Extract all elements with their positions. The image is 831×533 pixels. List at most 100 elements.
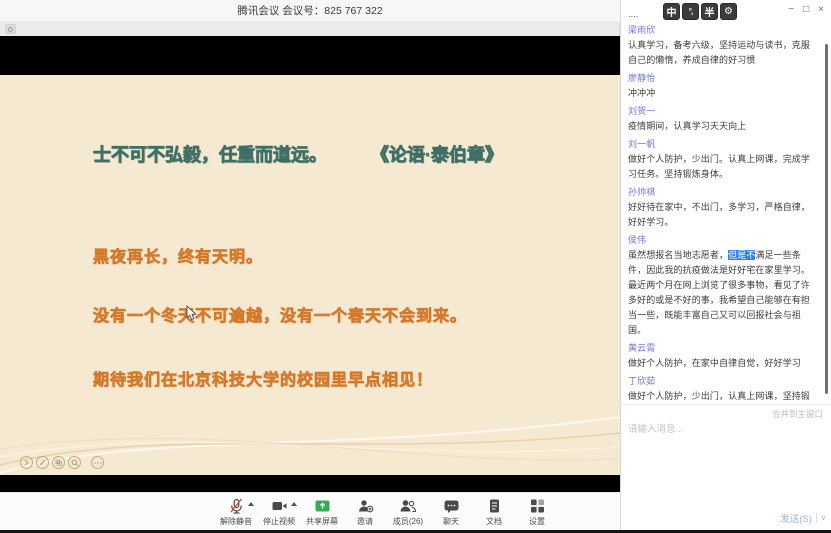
chat-sender-name: 刘一帆	[628, 137, 819, 152]
minimize-icon[interactable]: −	[788, 4, 794, 16]
send-options-chevron-icon[interactable]: ∨	[821, 514, 826, 522]
invite-icon-row	[357, 497, 374, 514]
meeting-title-bar: 腾讯会议 会议号：825 767 322	[0, 0, 620, 22]
chat-label: 聊天	[443, 516, 459, 527]
presenter-zoom-button[interactable]	[68, 456, 81, 469]
send-separator	[816, 513, 817, 523]
arrow-right-icon	[23, 459, 30, 466]
settings-label: 设置	[529, 516, 545, 527]
chat-icon-row	[443, 497, 460, 514]
magnifier-icon	[71, 459, 79, 467]
presenter-controls	[20, 456, 104, 469]
settings-icon-row	[529, 497, 546, 514]
invite-person-plus-icon	[357, 498, 374, 514]
toolbar-invite-button[interactable]: 邀请	[347, 497, 383, 527]
chat-sender-name: 丁欣茹	[628, 374, 819, 389]
chat-sender-name: 黄云霄	[628, 341, 819, 356]
chat-bubble-icon	[443, 498, 460, 514]
share-screen-label: 共享屏幕	[306, 516, 338, 527]
invite-label: 邀请	[357, 516, 373, 527]
send-button[interactable]: 发送(S)	[780, 511, 812, 525]
close-icon[interactable]: ×	[818, 4, 824, 16]
members-label: 成员(26)	[393, 516, 423, 527]
presenter-pen-button[interactable]	[36, 456, 49, 469]
slide-quote-source: 《论语·泰伯章》	[371, 141, 503, 167]
toolbar-share-screen-button[interactable]: 共享屏幕	[304, 497, 340, 527]
members-icon	[399, 498, 417, 514]
slide-message-line-3: 期待我们在北京科技大学的校园里早点相见！	[93, 366, 433, 390]
microphone-muted-icon	[228, 498, 245, 514]
screen-share-stage: 士不可不弘毅，任重而道远。 《论语·泰伯章》 黑夜再长，终有天明。 没有一个冬天…	[0, 36, 620, 492]
unmute-icon-row	[228, 497, 245, 514]
meeting-main-window: 腾讯会议 会议号：825 767 322 士不可不弘毅，任重而道远。 《论语·泰…	[0, 0, 620, 530]
tencent-meeting-screen: 腾讯会议 会议号：825 767 322 士不可不弘毅，任重而道远。 《论语·泰…	[0, 0, 831, 533]
chat-message-text: 最近两个月在网上浏览了很多事物，看见了许多好的或是不好的事，我希望自己能够在有担…	[628, 278, 819, 338]
chat-scrollbar[interactable]	[825, 44, 828, 394]
document-icon	[486, 498, 503, 514]
slide-quote-text: 士不可不弘毅，任重而道远。	[93, 141, 327, 167]
chat-message-text: 做好个人防护，在家中自律自觉，好好学习	[628, 356, 819, 371]
chat-window: −□ × .... 梁雨欣认真学习，备考六级，坚持运动与读书，克服自己的懒惰，养成…	[620, 0, 831, 530]
unmute-options-arrow-icon[interactable]	[248, 502, 254, 506]
ime-chinese-mode-button[interactable]: 中	[663, 3, 680, 20]
chat-sender-name: 廖静怡	[628, 71, 819, 86]
chat-input-section: 合并到主窗口 发送(S) ∨	[621, 404, 831, 530]
share-screen-icon	[314, 498, 331, 514]
toolbar-chat-button[interactable]: 聊天	[433, 497, 469, 527]
slide-message-line-2: 没有一个冬天不可逾越，没有一个春天不会到来。	[93, 302, 467, 326]
toolbar-settings-button[interactable]: 设置	[519, 497, 555, 527]
presenter-more-button[interactable]	[91, 456, 104, 469]
slides-overview-icon	[55, 459, 62, 466]
chat-sender-name: 梁雨欣	[628, 23, 819, 38]
presenter-next-button[interactable]	[20, 456, 33, 469]
share-screen-icon-row	[314, 497, 331, 514]
ime-punctuation-button[interactable]: °,	[682, 3, 699, 20]
chat-message-text: 虽然想报名当地志愿者，但是不满足一些条件，因此我的抗疫做法是好好宅在家里学习。	[628, 248, 819, 278]
chat-message-text: 认真学习，备考六级，坚持运动与读书，克服自己的懒惰，养成自律的好习惯	[628, 38, 819, 68]
toolbar-items: 解除静音 停止视频 共享屏幕 邀请 成员(26) 聊天 文档 设置	[218, 493, 620, 527]
chat-message-text: 冲冲冲	[628, 86, 819, 101]
presenter-slides-button[interactable]	[52, 456, 65, 469]
toolbar-members-button[interactable]: 成员(26)	[390, 497, 426, 527]
chat-sender-name: 侯伟	[628, 233, 819, 248]
toolbar-docs-button[interactable]: 文档	[476, 497, 512, 527]
chat-message-input[interactable]	[628, 421, 823, 493]
slide-quote-line: 士不可不弘毅，任重而道远。 《论语·泰伯章》	[93, 141, 503, 167]
maximize-icon[interactable]: □	[803, 4, 809, 16]
chat-message-list[interactable]: .... 梁雨欣认真学习，备考六级，坚持运动与读书，克服自己的懒惰，养成自律的好…	[628, 8, 819, 400]
ime-halfwidth-button[interactable]: 半	[701, 3, 718, 20]
pen-icon	[39, 459, 46, 466]
selected-text-highlight: 但是不	[728, 250, 755, 260]
ime-panel: 中°,半⚙	[663, 3, 737, 20]
meeting-title: 腾讯会议 会议号：825 767 322	[237, 3, 382, 18]
stop-video-label: 停止视频	[263, 516, 295, 527]
settings-grid-icon	[529, 498, 546, 514]
slide-message-line-1: 黑夜再长，终有天明。	[93, 243, 263, 267]
chat-message-text: 好好待在家中，不出门，多学习，严格自律，好好学习。	[628, 200, 819, 230]
members-icon-row	[399, 497, 417, 514]
chat-sender-name: 孙帅祺	[628, 185, 819, 200]
chat-sender-name: 刘贺一	[628, 104, 819, 119]
stop-video-icon-row	[271, 497, 288, 514]
shared-app-menu-icon	[8, 27, 13, 32]
toolbar-stop-video-button[interactable]: 停止视频	[261, 497, 297, 527]
stop-video-options-arrow-icon[interactable]	[291, 502, 297, 506]
shared-app-menu-button[interactable]	[5, 24, 16, 34]
presentation-slide: 士不可不弘毅，任重而道远。 《论语·泰伯章》 黑夜再长，终有天明。 没有一个冬天…	[0, 75, 620, 475]
docs-label: 文档	[486, 516, 502, 527]
ime-settings-gear-button[interactable]: ⚙	[720, 3, 737, 20]
meeting-toolbar: 解除静音 停止视频 共享屏幕 邀请 成员(26) 聊天 文档 设置	[0, 492, 620, 530]
chat-message-text: 疫情期间，认真学习天天向上	[628, 119, 819, 134]
chat-message-text: 做好个人防护，少出门。认真上网课，完成学习任务。坚持锻炼身体。	[628, 152, 819, 182]
chat-window-controls: −□ ×	[788, 4, 824, 16]
toolbar-unmute-button[interactable]: 解除静音	[218, 497, 254, 527]
ellipsis-icon	[94, 461, 102, 465]
shared-app-strip	[0, 22, 620, 36]
chat-message-text: 做好个人防护，少出门，认真上网课，坚持锻炼，趁这段时间在家完成更多想充实自己的事	[628, 389, 819, 400]
docs-icon-row	[486, 497, 503, 514]
mouse-cursor	[186, 305, 197, 321]
send-row: 发送(S) ∨	[780, 511, 826, 525]
camera-icon	[271, 498, 288, 514]
merge-to-main-window-link[interactable]: 合并到主窗口	[621, 405, 831, 421]
unmute-label: 解除静音	[220, 516, 252, 527]
